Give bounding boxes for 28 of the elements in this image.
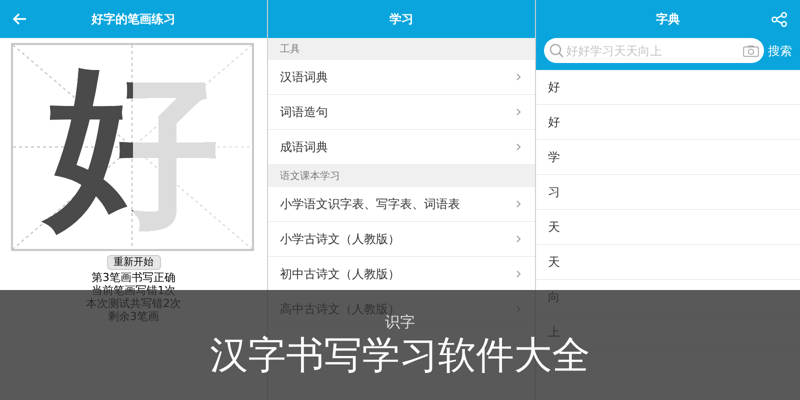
menu-item-label: 词语造句: [280, 104, 328, 121]
chevron-right-icon: [516, 143, 521, 151]
search-input[interactable]: 好好学习天天向上: [566, 42, 741, 60]
section-title: 语文课本学习: [280, 170, 340, 184]
menu-item-label: 初中古诗文（人教版）: [280, 266, 400, 283]
header-title: 学习: [390, 11, 414, 28]
search-icon: [549, 43, 564, 58]
banner-title: 汉字书写学习软件大全: [210, 336, 590, 374]
back-arrow-icon[interactable]: [13, 13, 27, 25]
header-title: 字典: [656, 11, 680, 28]
section-title: 工具: [280, 42, 300, 56]
chevron-right-icon: [516, 108, 521, 116]
menu-item-label: 成语词典: [280, 139, 328, 156]
menu-item-label: 小学古诗文（人教版）: [280, 231, 400, 248]
restart-button[interactable]: 重新开始: [106, 255, 160, 270]
banner-caption: 识字: [385, 315, 415, 330]
camera-icon[interactable]: [743, 44, 759, 56]
chevron-right-icon: [516, 235, 521, 243]
chevron-right-icon: [516, 200, 521, 208]
share-icon[interactable]: [771, 12, 788, 27]
chevron-right-icon: [516, 270, 521, 278]
chevron-right-icon: [516, 73, 521, 81]
menu-item-label: 汉语词典: [280, 69, 328, 86]
status-message: 第3笔画书写正确: [92, 271, 176, 284]
header-title: 好字的笔画练习: [92, 11, 176, 28]
menu-item-label: 小学语文识字表、写字表、词语表: [280, 196, 460, 213]
search-field[interactable]: 好好学习天天向上: [544, 38, 764, 63]
practice-character: 好: [38, 52, 226, 242]
